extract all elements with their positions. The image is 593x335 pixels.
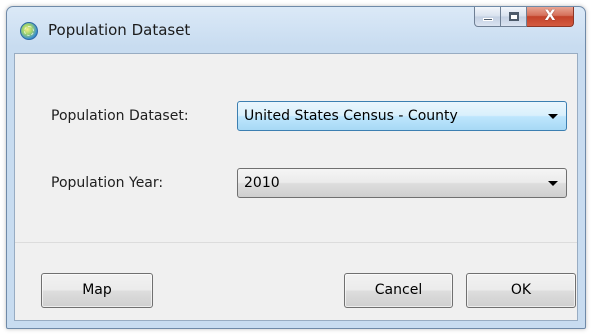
maximize-icon [509,12,519,21]
globe-icon [20,22,38,40]
maximize-button[interactable] [501,7,527,27]
divider [15,242,577,243]
map-button[interactable]: Map [41,273,153,308]
population-year-value: 2010 [244,175,280,191]
population-year-dropdown[interactable]: 2010 [237,168,567,198]
population-dataset-label: Population Dataset: [51,108,189,124]
minimize-button[interactable] [474,7,501,27]
population-dataset-dropdown[interactable]: United States Census - County [237,101,567,131]
title-bar[interactable]: Population Dataset X [7,7,585,53]
window-controls: X [474,7,574,27]
population-dataset-value: United States Census - County [244,108,458,124]
dialog-body: Population Dataset: United States Census… [14,53,578,321]
chevron-down-icon [548,114,558,119]
cancel-button[interactable]: Cancel [344,273,453,308]
population-dataset-dialog: Population Dataset X Population Dataset:… [6,6,586,329]
chevron-down-icon [548,181,558,186]
population-year-label: Population Year: [51,175,164,191]
ok-button[interactable]: OK [466,273,576,308]
window-title: Population Dataset [48,21,191,39]
close-button[interactable]: X [527,7,574,27]
close-icon: X [544,8,556,24]
minimize-icon [483,18,493,21]
